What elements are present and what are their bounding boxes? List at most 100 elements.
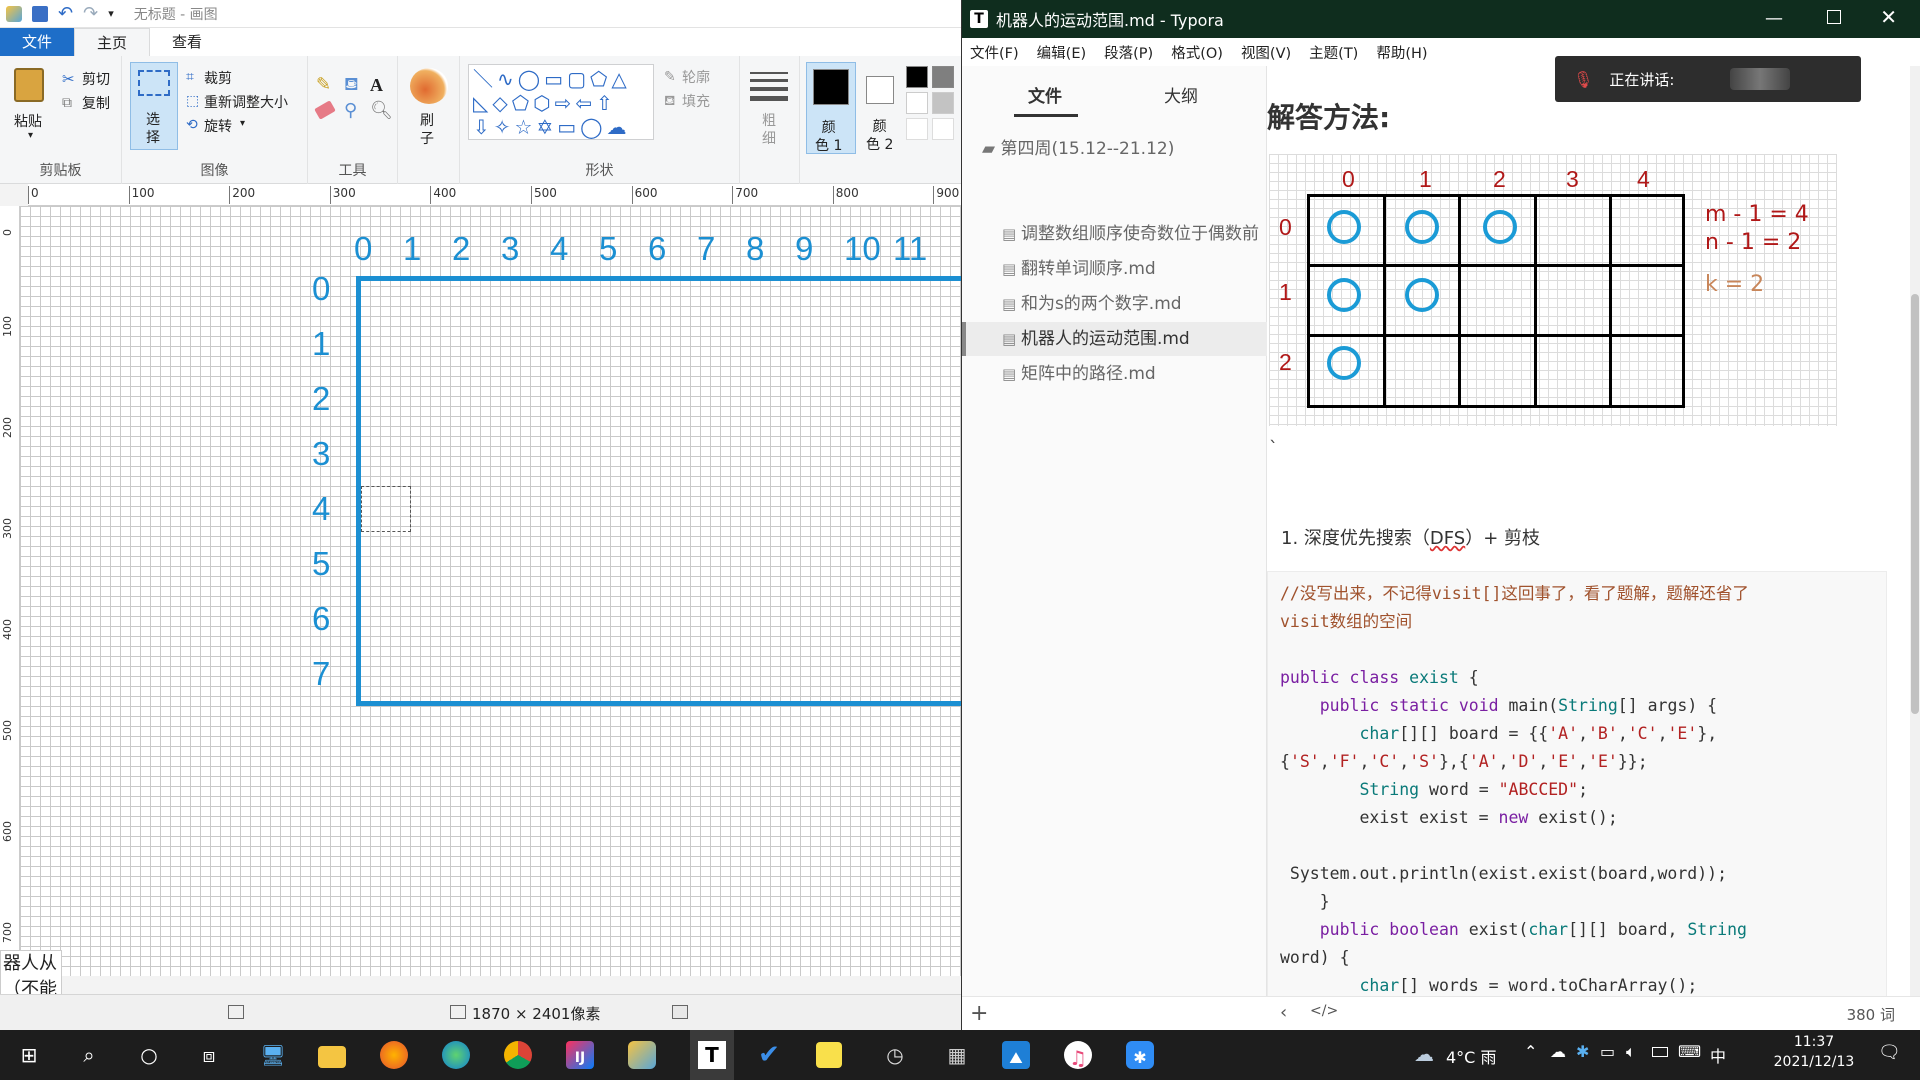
typora-editor[interactable]: 解答方法: 01234012m - 1 = 4n - 1 = 2k = 2 ` … (1267, 66, 1920, 996)
ruler-v-label[interactable]: 500 (1, 720, 14, 741)
firefox-icon[interactable] (380, 1041, 408, 1069)
color-palette[interactable] (906, 66, 961, 146)
palette-empty-1[interactable] (906, 118, 928, 140)
fill-button[interactable]: 填充 (682, 91, 710, 111)
size-lines-icon[interactable] (750, 72, 788, 101)
palette-white[interactable] (906, 92, 928, 114)
file-item[interactable]: ▤ 机器人的运动范围.md (962, 322, 1267, 356)
row-number[interactable]: 2 (312, 380, 330, 418)
column-number[interactable]: 8 (746, 230, 764, 268)
ruler-v-label[interactable]: 200 (1, 417, 14, 438)
color1-button[interactable]: 颜 色 1 (806, 62, 856, 154)
ruler-v-label[interactable]: 400 (1, 619, 14, 640)
ruler-h-label[interactable]: 0 (28, 186, 39, 204)
start-icon[interactable]: ⊞ (12, 1038, 46, 1072)
menu-item[interactable]: 格式(O) (1171, 42, 1223, 63)
paint-canvas[interactable]: 0 1 2 3 4 5 6 7 8 9 10 11 0 1 2 3 4 5 6 7 (20, 206, 961, 976)
figure-col-number[interactable]: 3 (1566, 166, 1579, 193)
ruler-v-label[interactable]: 100 (1, 316, 14, 337)
row-number[interactable]: 7 (312, 655, 330, 693)
column-number[interactable]: 10 (844, 230, 881, 268)
figure-col-number[interactable]: 1 (1419, 166, 1432, 193)
reachable-circle[interactable] (1405, 210, 1439, 244)
file-explorer-icon[interactable] (318, 1046, 346, 1068)
figure-hline[interactable] (1307, 264, 1685, 267)
copy-button[interactable]: 复制 (82, 93, 110, 113)
back-icon[interactable]: ‹ (1280, 1002, 1287, 1023)
figure-k[interactable]: k = 2 (1705, 272, 1764, 297)
figure-col-number[interactable]: 0 (1342, 166, 1355, 193)
resize-button[interactable]: 重新调整大小 (204, 92, 288, 112)
todo-icon[interactable]: ✔ (752, 1038, 786, 1072)
row-number[interactable]: 5 (312, 545, 330, 583)
ruler-h-label[interactable]: 800 (832, 186, 859, 204)
figure-col-number[interactable]: 4 (1637, 166, 1650, 193)
keyboard-icon[interactable]: ⌨ (1678, 1042, 1701, 1061)
menu-item[interactable]: 文件(F) (970, 42, 1019, 63)
sidebar-tab-outline[interactable]: 大纲 (1164, 82, 1198, 107)
color2-button[interactable]: 颜 色 2 (860, 62, 910, 154)
tray-chevron-icon[interactable]: ⌃ (1524, 1042, 1537, 1061)
reachable-circle[interactable] (1327, 210, 1361, 244)
column-number[interactable]: 1 (403, 230, 421, 268)
text-icon[interactable]: A (370, 76, 383, 94)
itunes-icon[interactable]: ♫ (1064, 1041, 1092, 1070)
ruler-h-label[interactable]: 400 (430, 186, 456, 204)
ruler-v-label[interactable]: 600 (1, 821, 14, 842)
cut-button[interactable]: 剪切 (82, 69, 110, 89)
onedrive-icon[interactable]: ☁ (1550, 1042, 1566, 1061)
save-icon[interactable] (32, 5, 48, 22)
figure-col-number[interactable]: 2 (1493, 166, 1506, 193)
fill-bucket-icon[interactable]: ⛾ (344, 76, 359, 94)
figure-row-number[interactable]: 2 (1279, 349, 1292, 376)
reachable-circle[interactable] (1327, 278, 1361, 312)
callout-rect-shape-icon[interactable]: ▭ (557, 115, 580, 139)
column-number[interactable]: 9 (795, 230, 813, 268)
figure-vline[interactable] (1458, 194, 1462, 408)
paste-icon[interactable] (14, 68, 44, 102)
reachable-circle[interactable] (1405, 278, 1439, 312)
selection-box[interactable] (361, 486, 411, 532)
sticky-notes-icon[interactable] (816, 1042, 842, 1068)
reachable-circle[interactable] (1483, 210, 1517, 244)
clock-app-icon[interactable]: ◷ (878, 1038, 912, 1072)
calculator-icon[interactable]: ▦ (940, 1038, 974, 1072)
file-icon[interactable]: ▤ (1002, 365, 1021, 383)
file-icon[interactable]: ▤ (1002, 330, 1021, 348)
paste-button[interactable]: 粘贴 (14, 111, 42, 131)
eraser-icon[interactable] (314, 100, 336, 120)
weather-text[interactable]: 4°C 雨 (1446, 1044, 1496, 1068)
remote-desktop-icon[interactable]: 🖥︎ (256, 1038, 290, 1072)
shapes-gallery[interactable]: ＼∿◯▭▢⬠△ ◺◇⬠⬡⇨⇦⇧ ⇩✧☆✡▭◯☁ (468, 64, 654, 140)
file-item[interactable]: ▤ 翻转单词顺序.md (962, 252, 1267, 286)
network-icon[interactable]: ▭ (1600, 1042, 1615, 1061)
figure-vline[interactable] (1382, 194, 1386, 408)
size-label[interactable]: 粗 细 (762, 112, 776, 148)
ruler-h-label[interactable]: 200 (229, 186, 255, 204)
figure-row-number[interactable]: 0 (1279, 214, 1292, 241)
row-number[interactable]: 4 (312, 490, 330, 528)
ruler-h-label[interactable]: 500 (531, 186, 557, 204)
star6-shape-icon[interactable]: ✡ (536, 115, 557, 139)
callout-oval-shape-icon[interactable]: ◯ (580, 115, 606, 139)
figure-vline[interactable] (1533, 194, 1537, 408)
arrow-left-shape-icon[interactable]: ⇦ (575, 91, 596, 115)
editor-scrollbar[interactable] (1910, 66, 1920, 996)
fragment-line[interactable]: 器人从 (3, 951, 61, 977)
ruler-h-label[interactable]: 900 (933, 186, 959, 204)
arrow-up-shape-icon[interactable]: ⇧ (596, 91, 617, 115)
ime-indicator[interactable]: 中 (1710, 1043, 1726, 1067)
file-item[interactable]: ▤ 调整数组顺序使奇数位于偶数前 (962, 217, 1267, 251)
hexagon-shape-icon[interactable]: ⬡ (533, 91, 554, 115)
file-item[interactable]: ▤ 矩阵中的路径.md (962, 357, 1267, 391)
ruler-v-label[interactable]: 700 (1, 922, 14, 943)
row-number[interactable]: 0 (312, 270, 330, 308)
pentagon-shape-icon[interactable]: ⬠ (512, 91, 533, 115)
file-label[interactable]: 矩阵中的路径.md (1021, 364, 1156, 384)
menu-item[interactable]: 编辑(E) (1037, 42, 1086, 63)
file-icon[interactable]: ▤ (1002, 295, 1021, 313)
row-number[interactable]: 3 (312, 435, 330, 473)
palette-black[interactable] (906, 66, 928, 88)
edge-icon[interactable] (442, 1041, 470, 1069)
paint-taskbar-icon[interactable] (628, 1041, 656, 1069)
